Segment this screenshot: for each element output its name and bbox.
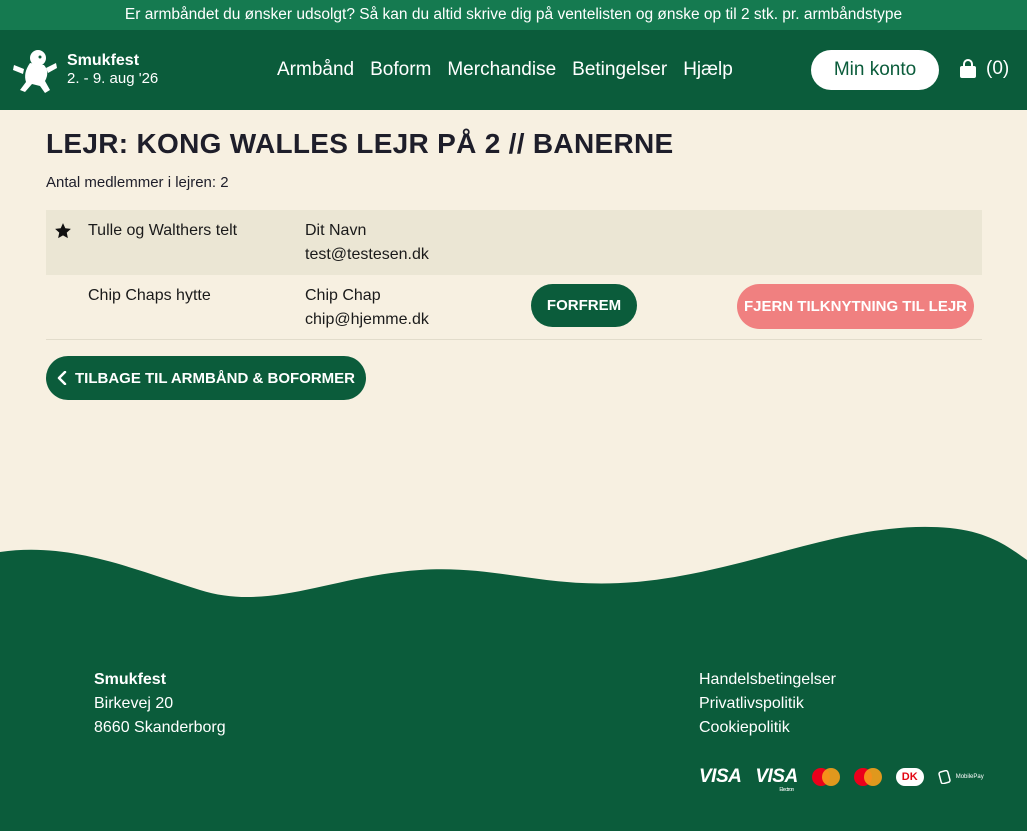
payment-methods: VISA VISA Electron DK MobilePay [699, 766, 984, 793]
brand-name: Smukfest [67, 52, 140, 69]
visa-electron-sub: Electron [779, 787, 794, 793]
cart-button[interactable]: (0) [958, 58, 1009, 80]
dankort-logo-icon: DK [895, 768, 924, 786]
member-name: Chip Chap [305, 287, 381, 304]
star-icon [55, 223, 71, 239]
tent-name: Chip Chaps hytte [88, 287, 211, 304]
page-title: LEJR: KONG WALLES LEJR PÅ 2 // BANERNE [46, 128, 674, 159]
tent-name: Tulle og Walthers telt [88, 222, 238, 239]
cart-count: (0) [986, 58, 1010, 79]
my-account-button[interactable]: Min konto [811, 50, 939, 90]
footer-link-privacy[interactable]: Privatlivspolitik [699, 692, 836, 716]
back-button[interactable]: TILBAGE TIL ARMBÅND & BOFORMER [46, 356, 366, 400]
member-row: Chip Chaps hytte Chip Chap chip@hjemme.d… [46, 275, 982, 340]
site-header: Smukfest 2. - 9. aug '26 Armbånd Boform … [0, 30, 1027, 110]
footer-street: Birkevej 20 [94, 695, 174, 712]
footer-company: Smukfest [94, 671, 167, 688]
smukfest-logo-icon[interactable] [10, 45, 60, 95]
brand[interactable]: Smukfest 2. - 9. aug '26 [67, 52, 158, 88]
visa-electron-logo-icon: VISA Electron [755, 766, 798, 793]
member-email: test@testesen.dk [305, 246, 429, 263]
footer-city: 8660 Skanderborg [94, 719, 226, 736]
footer-link-cookies[interactable]: Cookiepolitik [699, 716, 836, 740]
nav-item-merchandise[interactable]: Merchandise [447, 58, 556, 82]
mastercard-logo-icon [811, 768, 840, 786]
footer-address: Smukfest Birkevej 20 8660 Skanderborg [94, 668, 226, 740]
members-table: Tulle og Walthers telt Dit Navn test@tes… [46, 210, 982, 340]
chevron-left-icon [57, 371, 67, 385]
nav-item-boform[interactable]: Boform [370, 58, 431, 82]
promote-button[interactable]: FORFREM [531, 284, 637, 327]
brand-dates: 2. - 9. aug '26 [67, 70, 159, 87]
visa-electron-label: VISA [755, 766, 798, 787]
remove-from-camp-button[interactable]: FJERN TILKNYTNING TIL LEJR [737, 284, 974, 329]
mobilepay-icon [938, 770, 951, 784]
announcement-banner: Er armbåndet du ønsker udsolgt? Så kan d… [0, 0, 1027, 30]
member-count: Antal medlemmer i lejren: 2 [46, 174, 229, 191]
member-name: Dit Navn [305, 222, 367, 239]
member-row: Tulle og Walthers telt Dit Navn test@tes… [46, 210, 982, 275]
footer-link-terms[interactable]: Handelsbetingelser [699, 668, 836, 692]
nav-item-betingelser[interactable]: Betingelser [572, 58, 667, 82]
member-email: chip@hjemme.dk [305, 311, 429, 328]
footer-links: Handelsbetingelser Privatlivspolitik Coo… [699, 668, 836, 740]
nav-item-hjaelp[interactable]: Hjælp [683, 58, 733, 82]
nav-item-armbaand[interactable]: Armbånd [277, 58, 354, 82]
mobilepay-logo-icon: MobilePay [938, 770, 984, 784]
main-nav: Armbånd Boform Merchandise Betingelser H… [277, 58, 733, 82]
maestro-logo-icon [853, 768, 882, 786]
mobilepay-label: MobilePay [955, 774, 984, 780]
back-button-label: TILBAGE TIL ARMBÅND & BOFORMER [75, 369, 355, 387]
shopping-bag-icon [960, 59, 976, 78]
visa-logo-icon: VISA [699, 766, 742, 787]
